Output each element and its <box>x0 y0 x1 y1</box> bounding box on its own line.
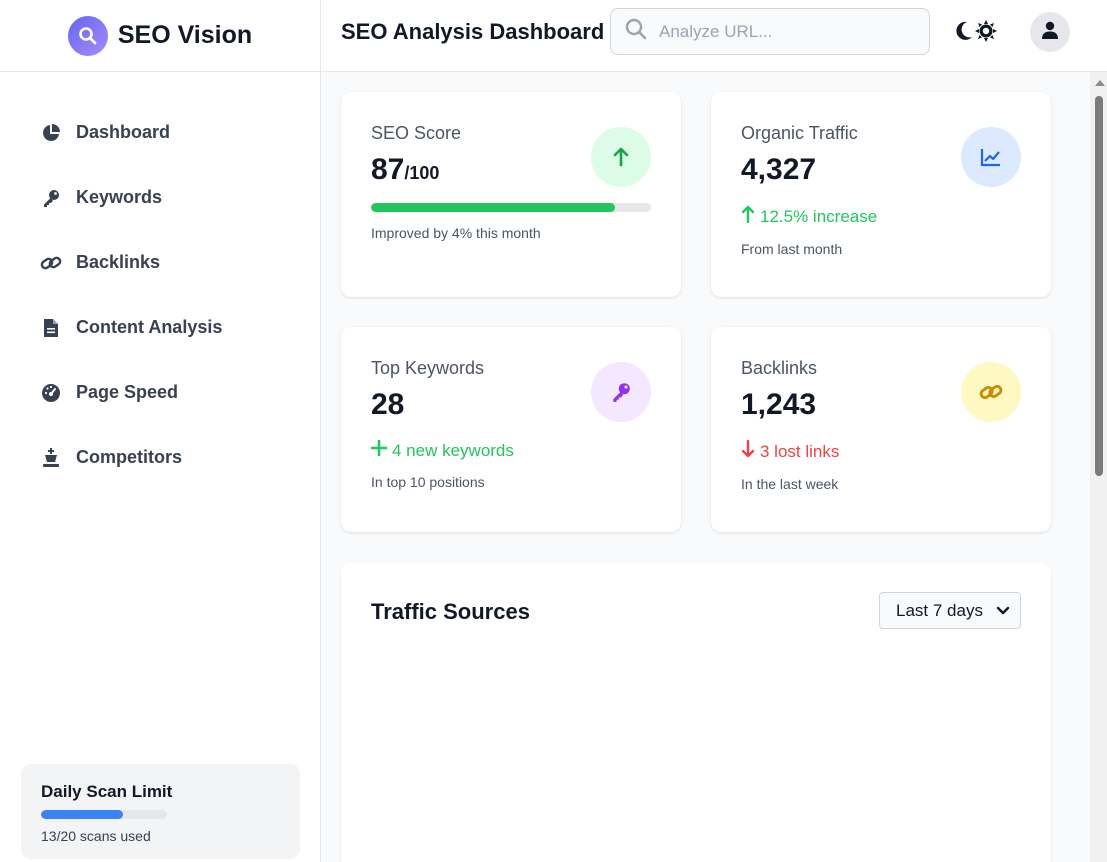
main-scrollbar[interactable] <box>1090 72 1107 862</box>
page-title: SEO Analysis Dashboard <box>341 19 605 44</box>
traffic-sources-title: Traffic Sources <box>371 599 530 624</box>
theme-toggle[interactable] <box>955 20 997 47</box>
sidebar-item-competitors[interactable]: Competitors <box>0 425 320 490</box>
brand[interactable]: SEO Vision <box>0 0 320 72</box>
daily-scan-limit: Daily Scan Limit 13/20 scans used <box>21 764 300 859</box>
chess-king-icon <box>40 447 62 468</box>
organic-traffic-trend: 12.5% increase <box>741 205 1021 228</box>
date-range-select[interactable]: Last 7 days <box>879 592 1021 629</box>
seo-score-card: SEO Score 87/100 Improved by 4% this mon… <box>341 92 681 297</box>
document-icon <box>40 318 62 338</box>
scan-limit-progress <box>41 810 167 819</box>
link-icon <box>961 362 1021 422</box>
sidebar-item-page-speed[interactable]: Page Speed <box>0 360 320 425</box>
scrollbar-thumb[interactable] <box>1095 96 1103 476</box>
card-note: In top 10 positions <box>371 474 485 490</box>
user-avatar[interactable] <box>1030 12 1070 52</box>
user-icon <box>1041 21 1059 44</box>
plus-icon <box>370 439 388 461</box>
scan-limit-title: Daily Scan Limit <box>41 782 173 801</box>
scan-limit-progress-fill <box>41 810 123 819</box>
sidebar-nav: Dashboard Keywords Backlinks Content Ana… <box>0 72 320 490</box>
card-note: In the last week <box>741 476 839 492</box>
scroll-up-arrow-icon[interactable] <box>1095 80 1105 86</box>
sidebar-item-label: Page Speed <box>76 382 179 402</box>
card-note: Improved by 4% this month <box>371 225 541 241</box>
arrow-up-icon <box>591 127 651 187</box>
top-header: SEO Analysis Dashboard <box>321 0 1107 72</box>
pie-chart-icon <box>40 123 62 143</box>
seo-score-progress-fill <box>371 203 615 212</box>
moon-icon <box>955 21 973 46</box>
traffic-sources-panel: Traffic Sources Last 7 days <box>341 562 1051 862</box>
backlinks-card: Backlinks 1,243 3 lost links In the last… <box>711 327 1051 532</box>
link-icon <box>40 253 62 273</box>
sidebar-item-label: Content Analysis <box>76 317 223 337</box>
key-icon <box>591 362 651 422</box>
top-keywords-card: Top Keywords 28 4 new keywords In top 10… <box>341 327 681 532</box>
organic-traffic-card: Organic Traffic 4,327 12.5% increase Fro… <box>711 92 1051 297</box>
date-range-value: Last 7 days <box>896 600 983 620</box>
dashboard-main: SEO Score 87/100 Improved by 4% this mon… <box>321 72 1107 862</box>
sidebar-item-backlinks[interactable]: Backlinks <box>0 230 320 295</box>
arrow-up-icon <box>741 205 755 228</box>
trend-text: 12.5% increase <box>760 206 878 226</box>
sidebar-item-label: Dashboard <box>76 122 171 142</box>
chevron-down-icon <box>996 603 1010 623</box>
scan-limit-usage: 13/20 scans used <box>41 828 151 844</box>
trend-text: 3 lost links <box>760 441 840 461</box>
url-search-box[interactable] <box>610 8 930 55</box>
sidebar-item-label: Competitors <box>76 447 183 467</box>
seo-score-number: 87 <box>371 153 405 186</box>
search-icon <box>625 18 647 45</box>
sidebar-item-content-analysis[interactable]: Content Analysis <box>0 295 320 360</box>
trend-text: 4 new keywords <box>392 440 514 460</box>
seo-score-suffix: /100 <box>404 163 440 183</box>
sidebar-item-label: Backlinks <box>76 252 161 272</box>
gauge-icon <box>40 383 62 403</box>
url-search-input[interactable] <box>659 21 899 42</box>
sidebar-item-keywords[interactable]: Keywords <box>0 165 320 230</box>
card-note: From last month <box>741 241 843 257</box>
sun-gear-icon <box>975 20 997 47</box>
top-keywords-trend: 4 new keywords <box>370 439 651 461</box>
sidebar-item-dashboard[interactable]: Dashboard <box>0 100 320 165</box>
sidebar-item-label: Keywords <box>76 187 163 207</box>
backlinks-trend: 3 lost links <box>741 439 1021 463</box>
line-chart-icon <box>961 127 1021 187</box>
arrow-down-icon <box>741 439 755 463</box>
sidebar: SEO Vision Dashboard Keywords Backlinks … <box>0 0 321 862</box>
brand-name: SEO Vision <box>117 21 253 49</box>
key-icon <box>40 188 62 208</box>
search-logo-icon <box>67 15 108 56</box>
seo-score-progress <box>371 203 651 212</box>
